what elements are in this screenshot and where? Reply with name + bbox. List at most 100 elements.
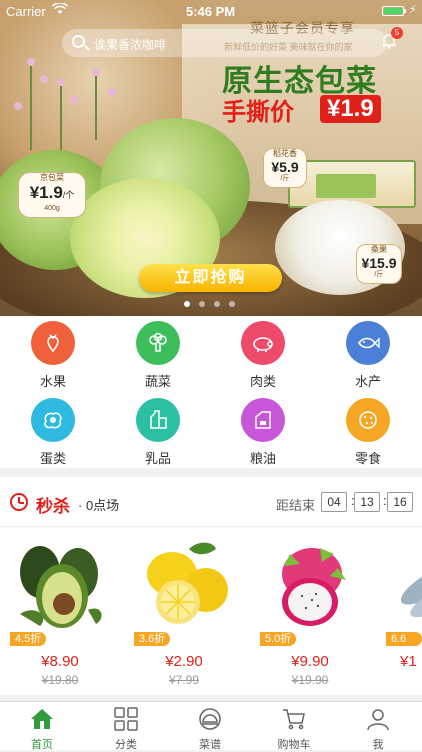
pig-icon xyxy=(241,321,285,365)
banner-price: ¥1.9 xyxy=(320,95,381,123)
tag-name: 京包菜 xyxy=(40,173,64,182)
flower xyxy=(57,78,65,86)
flower-stem xyxy=(30,60,32,150)
sale-price: ¥1 xyxy=(400,653,417,670)
category-eggs[interactable]: 蛋类 xyxy=(13,398,93,467)
search-bar[interactable]: 诶果香浓咖啡 xyxy=(62,29,387,57)
flower-stem xyxy=(60,80,62,150)
countdown-hours: 04 xyxy=(321,492,347,512)
product-card[interactable]: 4.5折 ¥8.90 ¥19.80 xyxy=(10,534,110,687)
fish-image xyxy=(400,559,422,618)
category-label: 乳品 xyxy=(144,451,171,466)
grid-icon xyxy=(114,707,138,731)
price-tag-rice: 稻花香 ¥5.9 /斤 xyxy=(263,148,307,188)
price-tag-cabbage: 京包菜 ¥1.9/个 400g xyxy=(18,172,86,218)
sale-price: ¥8.90 xyxy=(41,653,79,670)
tag-price: ¥1.9/个 xyxy=(29,183,75,202)
tab-me[interactable]: 我 xyxy=(336,702,420,751)
lemon-image xyxy=(147,542,228,624)
carousel-dot[interactable] xyxy=(214,301,220,307)
home-icon xyxy=(31,709,53,729)
carousel-dot[interactable] xyxy=(184,301,190,307)
category-label: 水产 xyxy=(354,374,381,389)
strawberry-icon xyxy=(31,321,75,365)
flash-sale-section: 秒杀 · 0点场 距结束 04 : 13 : 16 4.5折 ¥8.90 ¥19… xyxy=(0,477,422,695)
category-label: 肉类 xyxy=(249,374,276,389)
flash-sale-session: · 0点场 xyxy=(78,498,120,513)
tab-bar: 首页 分类 菜谱 购物车 我 xyxy=(0,701,422,751)
tag-name: 稻花香 xyxy=(273,149,297,158)
carousel-dot[interactable] xyxy=(229,301,235,307)
category-snacks[interactable]: 零食 xyxy=(328,398,408,467)
egg-icon xyxy=(31,398,75,442)
tab-category[interactable]: 分类 xyxy=(84,702,168,751)
discount-badge: 4.5折 xyxy=(10,632,47,646)
flower xyxy=(108,88,116,96)
countdown-label: 距结束 xyxy=(276,498,316,513)
category-label: 水果 xyxy=(39,374,66,389)
flower xyxy=(14,102,22,110)
product-card[interactable]: 3.6折 ¥2.90 ¥7.99 xyxy=(134,534,234,687)
tag-unit: /斤 xyxy=(374,271,384,278)
discount-badge: 5.0折 xyxy=(260,632,297,646)
clock-icon xyxy=(10,493,28,511)
carousel-dot[interactable] xyxy=(199,301,205,307)
clock-time: 5:46 PM xyxy=(186,4,236,19)
notification-badge: 5 xyxy=(391,27,403,39)
discount-badge: 3.6折 xyxy=(134,632,171,646)
category-grid: 水果 蔬菜 肉类 水产 蛋类 乳品 粮油 零食 xyxy=(0,316,422,468)
category-meat[interactable]: 肉类 xyxy=(223,321,303,390)
cookie-icon xyxy=(346,398,390,442)
tab-cart[interactable]: 购物车 xyxy=(252,702,336,751)
category-dairy[interactable]: 乳品 xyxy=(118,398,198,467)
countdown-minutes: 13 xyxy=(354,492,380,512)
product-card[interactable]: 5.0折 ¥9.90 ¥19.90 xyxy=(260,534,360,687)
category-fruit[interactable]: 水果 xyxy=(13,321,93,390)
notification-button[interactable]: 5 xyxy=(381,27,403,49)
banner-slogan: 手撕价 xyxy=(222,99,294,126)
user-icon xyxy=(367,709,389,731)
tag-price: ¥5.9 xyxy=(271,159,299,175)
product-card[interactable]: 6.6折 ¥1 xyxy=(386,534,422,684)
rice-box-label xyxy=(316,174,376,198)
avocado-image xyxy=(20,546,102,628)
category-label: 零食 xyxy=(354,451,381,466)
milk-icon xyxy=(136,398,180,442)
flower xyxy=(70,96,78,104)
countdown-seconds: 16 xyxy=(387,492,413,512)
category-label: 粮油 xyxy=(249,451,276,466)
wifi-icon xyxy=(51,2,69,18)
flower-stem xyxy=(95,70,97,140)
discount-badge: 6.6折 xyxy=(386,632,422,659)
sale-price: ¥9.90 xyxy=(291,653,329,670)
status-bar: Carrier 5:46 PM ⚡ xyxy=(0,0,422,22)
tab-recipes[interactable]: 菜谱 xyxy=(168,702,252,751)
original-price: ¥19.90 xyxy=(291,673,329,687)
category-seafood[interactable]: 水产 xyxy=(328,321,408,390)
carousel-dots[interactable] xyxy=(184,301,235,307)
flash-sale-header[interactable]: 秒杀 · 0点场 距结束 04 : 13 : 16 xyxy=(0,477,422,527)
cloche-icon xyxy=(199,708,221,730)
dragon-fruit-image xyxy=(282,548,346,626)
search-icon xyxy=(72,35,85,48)
category-label: 蔬菜 xyxy=(144,374,171,389)
original-price: ¥19.80 xyxy=(41,673,79,687)
category-grain-oil[interactable]: 粮油 xyxy=(223,398,303,467)
flower xyxy=(40,75,48,83)
original-price: ¥7.99 xyxy=(168,673,200,687)
oil-icon xyxy=(241,398,285,442)
flower xyxy=(92,68,100,76)
charging-icon: ⚡ xyxy=(409,4,417,16)
tab-home[interactable]: 首页 xyxy=(0,702,84,751)
tag-unit: 400g xyxy=(44,205,60,212)
tag-name: 桑果 xyxy=(371,245,387,254)
cart-icon xyxy=(283,709,305,730)
search-placeholder: 诶果香浓咖啡 xyxy=(94,38,167,52)
fish-icon xyxy=(346,321,390,365)
category-vegetable[interactable]: 蔬菜 xyxy=(118,321,198,390)
tag-unit: /斤 xyxy=(280,175,290,182)
category-label: 蛋类 xyxy=(39,451,66,466)
broccoli-icon xyxy=(136,321,180,365)
battery-icon xyxy=(382,6,406,16)
buy-now-button[interactable]: 立即抢购 xyxy=(139,264,282,292)
